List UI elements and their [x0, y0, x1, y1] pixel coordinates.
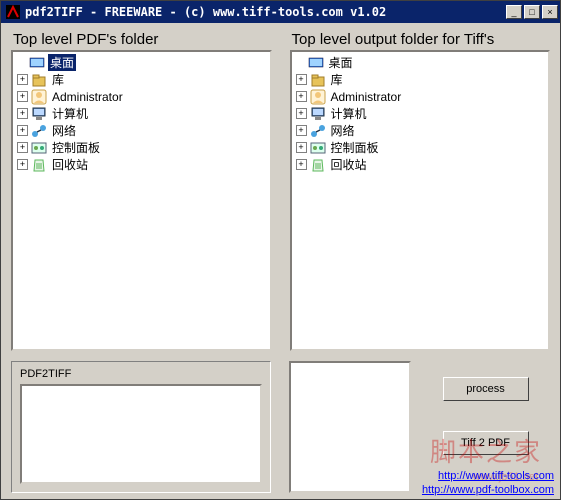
- tiff-folder-tree[interactable]: 桌面+库+Administrator+计算机+网络+控制面板+回收站: [290, 50, 551, 351]
- tree-node-label: Administrator: [329, 90, 404, 104]
- expand-icon[interactable]: +: [296, 74, 307, 85]
- tiff-folder-panel: Top level output folder for Tiff's 桌面+库+…: [290, 31, 551, 351]
- tree-node-label: 桌面: [48, 54, 76, 71]
- tree-node[interactable]: +库: [13, 71, 270, 88]
- computer-icon: [310, 106, 326, 122]
- expand-icon[interactable]: +: [296, 108, 307, 119]
- footer-link-tifftools[interactable]: http://www.tiff-tools.com: [438, 470, 554, 482]
- tree-node-label: 回收站: [329, 156, 369, 173]
- control-panel-icon: [310, 140, 326, 156]
- expand-icon[interactable]: +: [17, 91, 28, 102]
- tree-node[interactable]: + 控制面板: [13, 139, 270, 156]
- tree-node[interactable]: + 网络: [292, 122, 549, 139]
- tree-node-label: 库: [329, 71, 345, 88]
- network-icon: [310, 123, 326, 139]
- tiff-folder-label: Top level output folder for Tiff's: [290, 31, 551, 48]
- expand-icon[interactable]: +: [17, 142, 28, 153]
- tree-node-label: 网络: [329, 122, 357, 139]
- user-icon: [310, 89, 326, 105]
- maximize-button[interactable]: □: [524, 5, 540, 19]
- tiff2pdf-button[interactable]: Tiff 2 PDF: [443, 431, 529, 455]
- desktop-icon: [29, 55, 45, 71]
- expand-icon[interactable]: +: [17, 159, 28, 170]
- client-area: Top level PDF's folder 桌面+库+Administrato…: [1, 23, 560, 499]
- tree-node[interactable]: 桌面: [13, 54, 270, 71]
- pdf2tiff-listbox[interactable]: [20, 384, 262, 484]
- pdf2tiff-group-label: PDF2TIFF: [20, 368, 262, 380]
- tree-node[interactable]: + 网络: [13, 122, 270, 139]
- recycle-icon: [310, 157, 326, 173]
- footer-links: http://www.tiff-tools.com http://www.pdf…: [422, 469, 554, 497]
- tree-node[interactable]: + Administrator: [292, 88, 549, 105]
- expand-icon[interactable]: +: [17, 108, 28, 119]
- desktop-icon: [308, 55, 324, 71]
- tree-node[interactable]: + Administrator: [13, 88, 270, 105]
- minimize-button[interactable]: _: [506, 5, 522, 19]
- expand-icon[interactable]: +: [296, 159, 307, 170]
- close-button[interactable]: ×: [542, 5, 558, 19]
- tree-node-label: 回收站: [50, 156, 90, 173]
- window-title: pdf2TIFF - FREEWARE - (c) www.tiff-tools…: [25, 5, 506, 19]
- tree-node-label: Administrator: [50, 90, 125, 104]
- tree-node-label: 库: [50, 71, 66, 88]
- expand-icon[interactable]: +: [17, 74, 28, 85]
- pdf-folder-label: Top level PDF's folder: [11, 31, 272, 48]
- tree-node[interactable]: + 回收站: [13, 156, 270, 173]
- pdf-folder-panel: Top level PDF's folder 桌面+库+Administrato…: [11, 31, 272, 351]
- titlebar: pdf2TIFF - FREEWARE - (c) www.tiff-tools…: [1, 1, 560, 23]
- tree-node-label: 控制面板: [329, 139, 381, 156]
- tree-node[interactable]: + 计算机: [13, 105, 270, 122]
- tree-node-label: 计算机: [50, 105, 90, 122]
- library-icon: [310, 72, 326, 88]
- tree-node[interactable]: + 控制面板: [292, 139, 549, 156]
- control-panel-icon: [31, 140, 47, 156]
- tree-node[interactable]: +库: [292, 71, 549, 88]
- process-button[interactable]: process: [443, 377, 529, 401]
- tree-node[interactable]: + 计算机: [292, 105, 549, 122]
- pdf2tiff-group: PDF2TIFF: [11, 361, 271, 493]
- expand-icon[interactable]: +: [296, 125, 307, 136]
- footer-link-pdftoolbox[interactable]: http://www.pdf-toolbox.com: [422, 484, 554, 496]
- tree-node[interactable]: + 回收站: [292, 156, 549, 173]
- preview-box: [289, 361, 411, 493]
- pdf-folder-tree[interactable]: 桌面+库+Administrator+计算机+网络+控制面板+回收站: [11, 50, 272, 351]
- expand-icon[interactable]: +: [296, 142, 307, 153]
- tree-node-label: 控制面板: [50, 139, 102, 156]
- user-icon: [31, 89, 47, 105]
- computer-icon: [31, 106, 47, 122]
- library-icon: [31, 72, 47, 88]
- tree-node-label: 网络: [50, 122, 78, 139]
- tree-node-label: 计算机: [329, 105, 369, 122]
- network-icon: [31, 123, 47, 139]
- recycle-icon: [31, 157, 47, 173]
- app-icon: [5, 4, 21, 20]
- app-window: pdf2TIFF - FREEWARE - (c) www.tiff-tools…: [0, 0, 561, 500]
- expand-icon[interactable]: +: [17, 125, 28, 136]
- tree-node-label: 桌面: [327, 54, 355, 71]
- expand-icon[interactable]: +: [296, 91, 307, 102]
- tree-node[interactable]: 桌面: [292, 54, 549, 71]
